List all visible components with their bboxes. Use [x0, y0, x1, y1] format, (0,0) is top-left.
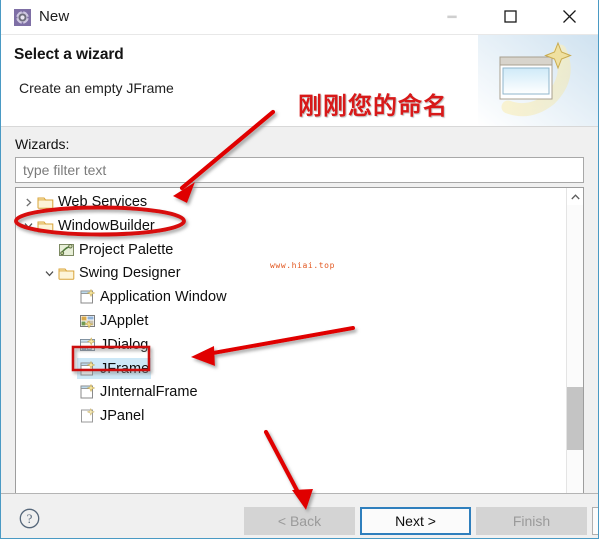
tree-item-label: Project Palette: [79, 241, 174, 258]
next-button-label: Next >: [395, 513, 436, 529]
tree-item-swing-designer[interactable]: Swing Designer: [16, 261, 566, 285]
chevron-down-icon[interactable]: [20, 218, 36, 234]
tree-item-jinternalframe[interactable]: JInternalFrame: [16, 380, 566, 404]
folder-icon: [37, 218, 54, 234]
new-window-icon: [79, 360, 96, 377]
jdialog-icon: [79, 337, 96, 353]
tree-item-label: JDialog: [100, 336, 149, 353]
tree-item-label: JPanel: [100, 408, 145, 425]
folder-icon: [58, 265, 75, 281]
tree-item-label: Swing Designer: [79, 265, 181, 282]
chevron-right-icon[interactable]: [20, 194, 36, 210]
tree-item-label: Web Services: [58, 194, 148, 210]
tree-item-label: JInternalFrame: [100, 384, 198, 401]
japplet-icon: [79, 313, 96, 329]
new-window-icon: [79, 384, 96, 400]
tree-item-label: WindowBuilder: [58, 217, 155, 234]
tree-item-project-palette[interactable]: Project Palette: [16, 238, 566, 262]
wizard-tree[interactable]: Web Services WindowBuilder Project Palette…: [15, 187, 584, 538]
minimize-icon: ━: [447, 9, 457, 26]
tree-vertical-scrollbar[interactable]: [566, 188, 583, 538]
scroll-up-arrow-icon[interactable]: [567, 188, 583, 205]
page-description: Create an empty JFrame: [19, 80, 174, 96]
wizard-tree-rows: Web Services WindowBuilder Project Palette…: [16, 188, 566, 428]
chevron-down-icon[interactable]: [41, 265, 57, 281]
window-title: New: [39, 8, 70, 25]
new-window-icon: [79, 289, 96, 305]
next-button[interactable]: Next >: [360, 507, 471, 535]
tree-item-jframe[interactable]: JFrame: [16, 357, 566, 381]
back-button-label: < Back: [277, 513, 322, 529]
folder-icon: [37, 194, 54, 210]
wizard-header: Select a wizard Create an empty JFrame: [1, 35, 598, 127]
tree-item-japplet[interactable]: JApplet: [16, 309, 566, 333]
titlebar: New ━: [1, 0, 598, 35]
scroll-track[interactable]: [567, 205, 583, 532]
close-icon: [562, 9, 577, 27]
tree-item-windowbuilder[interactable]: WindowBuilder: [16, 214, 566, 238]
wizard-footer: ? < Back Next > Finish Cancel: [1, 493, 598, 538]
tree-item-jdialog[interactable]: JDialog: [16, 333, 566, 357]
maximize-icon: [503, 10, 517, 25]
help-question-icon[interactable]: ?: [19, 508, 40, 529]
filter-input[interactable]: type filter text: [15, 157, 584, 183]
finish-button[interactable]: Finish: [476, 507, 587, 535]
finish-button-label: Finish: [512, 513, 551, 529]
tree-item-label: Application Window: [100, 289, 227, 306]
scroll-thumb[interactable]: [567, 387, 583, 450]
tree-item-web-services[interactable]: Web Services: [16, 190, 566, 214]
wizard-window-sparkle-icon: [478, 35, 598, 126]
tree-item-label: JFrame: [100, 360, 150, 377]
jpanel-icon: [79, 408, 96, 424]
tree-item-label: JApplet: [100, 313, 149, 329]
wizard-gear-icon: [14, 9, 31, 26]
tree-item-application-window[interactable]: Application Window: [16, 285, 566, 309]
filter-placeholder: type filter text: [23, 162, 107, 178]
new-wizard-dialog: New ━ Select a wizard Create an empty JF…: [0, 0, 599, 539]
back-button[interactable]: < Back: [244, 507, 355, 535]
svg-text:?: ?: [27, 511, 33, 526]
palette-icon: [58, 242, 75, 258]
page-title: Select a wizard: [14, 46, 124, 63]
wizards-label: Wizards:: [15, 136, 70, 152]
wizard-body: Wizards: type filter text Web Services Wi…: [1, 127, 598, 538]
tree-item-jpanel[interactable]: JPanel: [16, 404, 566, 428]
minimize-button[interactable]: ━: [429, 0, 475, 35]
close-button[interactable]: [546, 0, 592, 35]
maximize-button[interactable]: [487, 0, 533, 35]
cancel-button[interactable]: Cancel: [592, 507, 598, 535]
